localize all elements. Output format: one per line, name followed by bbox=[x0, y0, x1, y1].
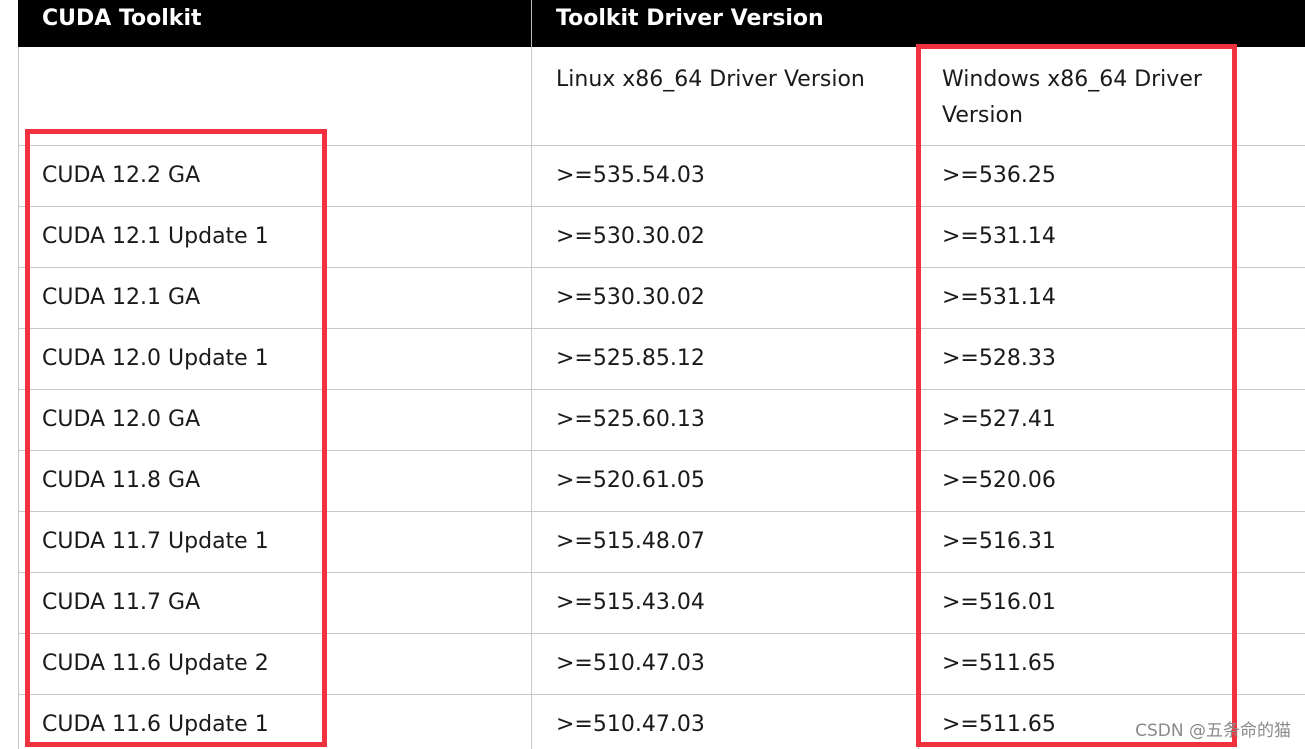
header-toolkit-driver-version: Toolkit Driver Version bbox=[531, 0, 1305, 47]
table-row: CUDA 11.6 Update 2 >=510.47.03 >=511.65 bbox=[18, 634, 1305, 695]
cuda-driver-table: CUDA Toolkit Toolkit Driver Version Linu… bbox=[18, 0, 1305, 749]
windows-driver-cell: >=511.65 bbox=[942, 651, 1056, 676]
table-row: CUDA 12.1 Update 1 >=530.30.02 >=531.14 bbox=[18, 207, 1305, 268]
toolkit-cell: CUDA 12.1 Update 1 bbox=[42, 224, 269, 249]
windows-driver-cell: >=527.41 bbox=[942, 407, 1056, 432]
subheader-linux-driver-version: Linux x86_64 Driver Version bbox=[556, 67, 865, 92]
windows-driver-cell: >=520.06 bbox=[942, 468, 1056, 493]
table-row: CUDA 12.2 GA >=535.54.03 >=536.25 bbox=[18, 146, 1305, 207]
subheader-windows-line1: Windows x86_64 Driver bbox=[942, 67, 1202, 92]
linux-driver-cell: >=515.48.07 bbox=[556, 529, 705, 554]
toolkit-cell: CUDA 11.7 Update 1 bbox=[42, 529, 269, 554]
windows-driver-cell: >=536.25 bbox=[942, 163, 1056, 188]
linux-driver-cell: >=530.30.02 bbox=[556, 285, 705, 310]
toolkit-cell: CUDA 11.7 GA bbox=[42, 590, 201, 615]
toolkit-cell: CUDA 11.8 GA bbox=[42, 468, 201, 493]
toolkit-cell: CUDA 12.0 Update 1 bbox=[42, 346, 269, 371]
table-row: CUDA 11.7 Update 1 >=515.48.07 >=516.31 bbox=[18, 512, 1305, 573]
linux-driver-cell: >=510.47.03 bbox=[556, 712, 705, 737]
toolkit-cell: CUDA 12.1 GA bbox=[42, 285, 201, 310]
screenshot-stage: CUDA Toolkit Toolkit Driver Version Linu… bbox=[0, 0, 1305, 749]
linux-driver-cell: >=535.54.03 bbox=[556, 163, 705, 188]
linux-driver-cell: >=530.30.02 bbox=[556, 224, 705, 249]
windows-driver-cell: >=516.31 bbox=[942, 529, 1056, 554]
linux-driver-cell: >=525.85.12 bbox=[556, 346, 705, 371]
linux-driver-cell: >=510.47.03 bbox=[556, 651, 705, 676]
table-row: CUDA 11.8 GA >=520.61.05 >=520.06 bbox=[18, 451, 1305, 512]
subheader-windows-driver-version: Windows x86_64 Driver Version bbox=[918, 62, 1305, 134]
toolkit-cell: CUDA 12.0 GA bbox=[42, 407, 201, 432]
toolkit-cell: CUDA 11.6 Update 1 bbox=[42, 712, 269, 737]
linux-driver-cell: >=515.43.04 bbox=[556, 590, 705, 615]
linux-driver-cell: >=525.60.13 bbox=[556, 407, 705, 432]
windows-driver-cell: >=516.01 bbox=[942, 590, 1056, 615]
table-row: CUDA 12.1 GA >=530.30.02 >=531.14 bbox=[18, 268, 1305, 329]
windows-driver-cell: >=528.33 bbox=[942, 346, 1056, 371]
windows-driver-cell: >=531.14 bbox=[942, 285, 1056, 310]
subheader-windows-line2: Version bbox=[942, 103, 1023, 128]
header-cuda-toolkit: CUDA Toolkit bbox=[18, 0, 531, 47]
toolkit-cell: CUDA 12.2 GA bbox=[42, 163, 201, 188]
watermark: CSDN @五条命的猫 bbox=[1135, 721, 1291, 741]
toolkit-cell: CUDA 11.6 Update 2 bbox=[42, 651, 269, 676]
linux-driver-cell: >=520.61.05 bbox=[556, 468, 705, 493]
table-row: CUDA 11.7 GA >=515.43.04 >=516.01 bbox=[18, 573, 1305, 634]
windows-driver-cell: >=531.14 bbox=[942, 224, 1056, 249]
table-row: CUDA 12.0 Update 1 >=525.85.12 >=528.33 bbox=[18, 329, 1305, 390]
table-row: CUDA 12.0 GA >=525.60.13 >=527.41 bbox=[18, 390, 1305, 451]
table-row: CUDA 11.6 Update 1 >=510.47.03 >=511.65 bbox=[18, 695, 1305, 749]
